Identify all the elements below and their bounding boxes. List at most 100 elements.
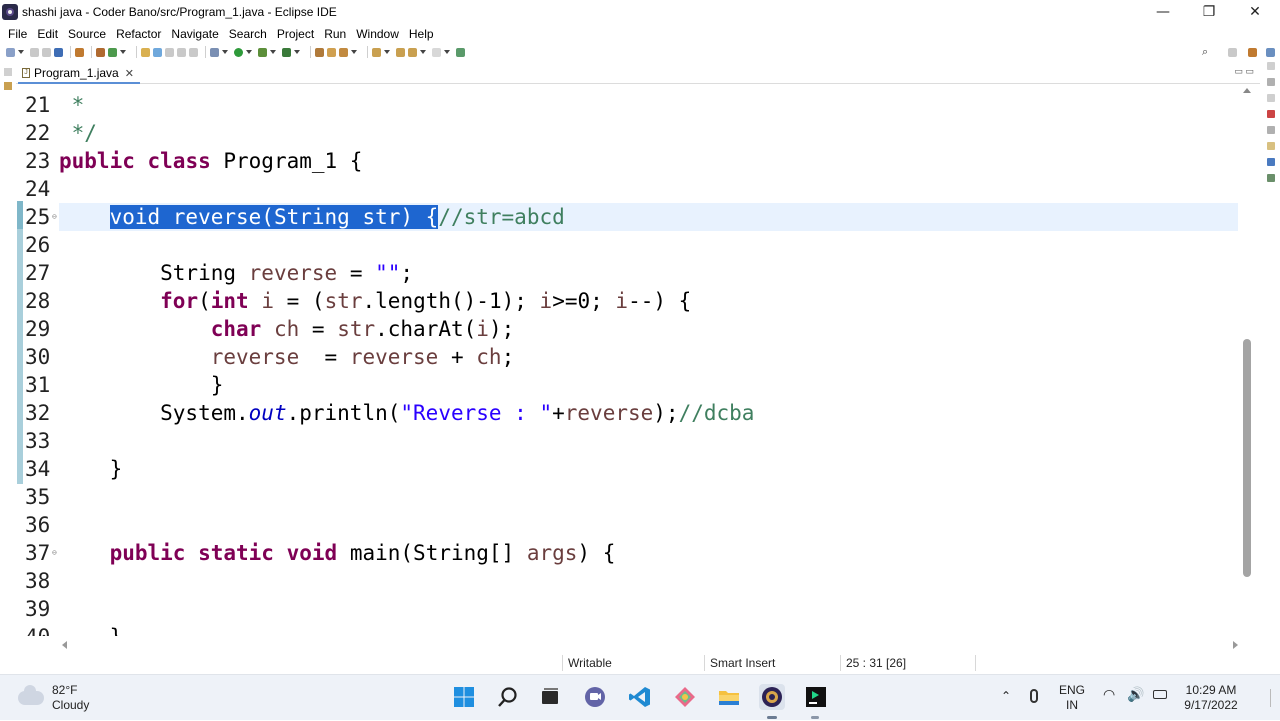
menu-run[interactable]: Run (319, 24, 351, 44)
menu-file[interactable]: File (3, 24, 32, 44)
code-line[interactable]: 30 reverse = reverse + ch; (16, 343, 1238, 371)
code-line[interactable]: 29 char ch = str.charAt(i); (16, 315, 1238, 343)
terminal-icon[interactable] (54, 47, 63, 57)
console-icon[interactable] (1267, 158, 1275, 166)
new-icon[interactable] (6, 47, 15, 57)
open-type-icon[interactable] (141, 47, 150, 57)
last-edit-icon[interactable] (396, 47, 405, 57)
fold-toggle-icon[interactable]: ⊖ (52, 203, 57, 231)
menu-search[interactable]: Search (224, 24, 272, 44)
save-icon[interactable] (30, 47, 39, 57)
external-tools-dropdown-icon[interactable] (294, 50, 300, 54)
code-line[interactable]: 32 System.out.println("Reverse : "+rever… (16, 399, 1238, 427)
tab-program-1-java[interactable]: J Program_1.java ✕ (18, 64, 140, 84)
menu-source[interactable]: Source (63, 24, 111, 44)
coverage-dropdown-icon[interactable] (270, 50, 276, 54)
code-line[interactable]: 37 ⊖ public static void main(String[] arg… (16, 539, 1238, 567)
search-icon[interactable] (495, 684, 521, 710)
code-line[interactable]: 36 (16, 511, 1238, 539)
task-list-icon[interactable] (1267, 78, 1275, 86)
debug-icon[interactable] (210, 47, 219, 57)
pycharm-icon[interactable] (803, 684, 829, 710)
code-line[interactable]: 33 (16, 427, 1238, 455)
scroll-left-icon[interactable] (62, 641, 67, 649)
vscode-icon[interactable] (627, 684, 653, 710)
restore-button[interactable]: ❐ (1186, 0, 1232, 24)
clock[interactable]: 10:29 AM 9/17/2022 (1178, 683, 1244, 713)
fold-toggle-icon[interactable]: ⊖ (52, 539, 57, 567)
code-line[interactable]: 24 (16, 175, 1238, 203)
run-dropdown-icon[interactable] (246, 50, 252, 54)
back-icon[interactable] (408, 47, 417, 57)
open-perspective-icon[interactable] (1228, 48, 1237, 57)
horizontal-scrollbar[interactable] (60, 638, 1240, 652)
forward-icon[interactable] (432, 47, 441, 57)
code-line[interactable]: 40 } (16, 623, 1238, 636)
outline-icon[interactable] (1267, 94, 1275, 102)
wifi-icon[interactable]: ◠ (1103, 687, 1115, 703)
skip-breakpoints-icon[interactable] (75, 47, 84, 57)
search-files-icon[interactable] (153, 47, 162, 57)
pinned-app-icon[interactable] (672, 684, 698, 710)
declaration-icon[interactable] (1267, 142, 1275, 150)
problems-icon[interactable] (1267, 110, 1275, 118)
battery-icon[interactable] (1153, 690, 1167, 699)
progress-icon[interactable] (1267, 174, 1275, 182)
close-button[interactable]: ✕ (1232, 0, 1278, 24)
menu-edit[interactable]: Edit (32, 24, 63, 44)
annotation-dropdown-icon[interactable] (351, 50, 357, 54)
volume-icon[interactable]: 🔊 (1127, 687, 1144, 703)
language-indicator[interactable]: ENG IN (1059, 683, 1085, 713)
vertical-scroll-thumb[interactable] (1243, 339, 1251, 577)
tab-close-icon[interactable]: ✕ (125, 67, 134, 80)
minimize-button[interactable]: — (1140, 0, 1186, 24)
block-selection-icon[interactable] (177, 47, 186, 57)
search-icon[interactable]: ⌕ (1202, 46, 1208, 59)
annotation-icon[interactable] (339, 47, 348, 57)
pin-editor-icon[interactable] (456, 47, 465, 57)
restore-icon[interactable] (1267, 62, 1275, 70)
run-icon[interactable] (234, 47, 243, 57)
code-line[interactable]: 34 } (16, 455, 1238, 483)
vertical-scrollbar[interactable] (1240, 84, 1254, 636)
menu-project[interactable]: Project (272, 24, 319, 44)
new-class-dropdown-icon[interactable] (120, 50, 126, 54)
next-annotation-icon[interactable] (372, 47, 381, 57)
code-line[interactable]: 28 for(int i = (str.length()-1); i>=0; i… (16, 287, 1238, 315)
code-line[interactable]: 38 (16, 567, 1238, 595)
menu-refactor[interactable]: Refactor (111, 24, 166, 44)
back-dropdown-icon[interactable] (420, 50, 426, 54)
scroll-up-icon[interactable] (1243, 88, 1251, 93)
coverage-icon[interactable] (258, 47, 267, 57)
show-whitespace-icon[interactable] (189, 47, 198, 57)
code-line[interactable]: 25 ⊖ void reverse(String str) {//str=abcd (25, 203, 1238, 231)
debug-dropdown-icon[interactable] (222, 50, 228, 54)
new-package-icon[interactable] (108, 47, 117, 57)
forward-dropdown-icon[interactable] (444, 50, 450, 54)
external-tools-icon[interactable] (282, 47, 291, 57)
code-line[interactable]: 27 String reverse = ""; (16, 259, 1238, 287)
code-line[interactable]: 21 * (16, 91, 1238, 119)
task-view-icon[interactable] (537, 684, 563, 710)
scroll-right-icon[interactable] (1233, 641, 1238, 649)
windows-start-icon[interactable] (451, 684, 477, 710)
toggle-mark-icon[interactable] (165, 47, 174, 57)
new-dropdown-icon[interactable] (18, 50, 24, 54)
code-line[interactable]: 31 } (16, 371, 1238, 399)
code-line[interactable]: 35 (16, 483, 1238, 511)
weather-widget[interactable]: 82°F Cloudy (18, 683, 89, 713)
open-folder-icon[interactable] (327, 47, 336, 57)
restore-view-icon[interactable] (4, 68, 12, 76)
menu-navigate[interactable]: Navigate (166, 24, 223, 44)
new-java-project-icon[interactable] (96, 47, 105, 57)
open-task-icon[interactable] (315, 47, 324, 57)
code-line[interactable]: 39 (16, 595, 1238, 623)
chevron-up-icon[interactable]: ⌃ (1001, 689, 1011, 703)
code-line[interactable]: 26 (16, 231, 1238, 259)
code-line[interactable]: 22 */ (16, 119, 1238, 147)
save-all-icon[interactable] (42, 47, 51, 57)
eclipse-taskbar-icon[interactable] (759, 684, 785, 710)
code-line[interactable]: 23 public class Program_1 { (16, 147, 1238, 175)
file-explorer-icon[interactable] (716, 684, 742, 710)
teams-chat-icon[interactable] (582, 684, 608, 710)
